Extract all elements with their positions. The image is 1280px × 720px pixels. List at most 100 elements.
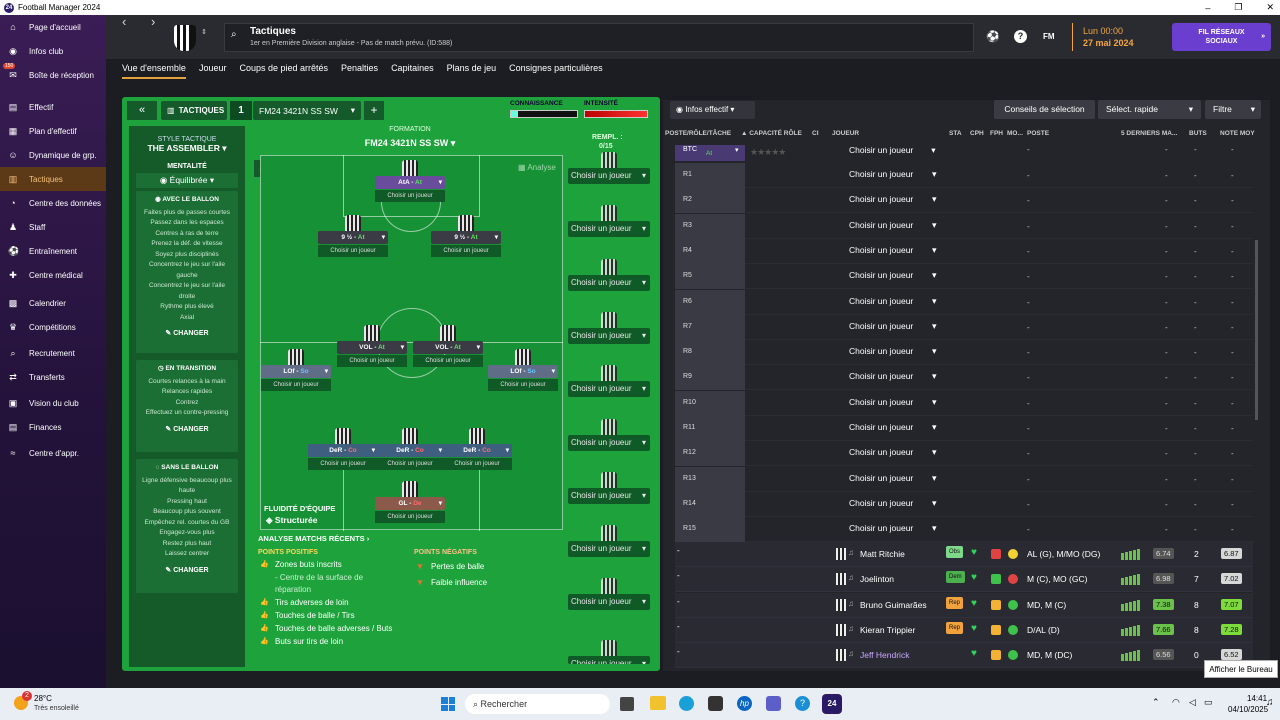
out-possession-box[interactable]: ◌ SANS LE BALLON Ligne défensive beaucou… [136,459,238,593]
column-header[interactable]: 5 DERNIERS MA... [1121,130,1177,137]
sub-slot-row[interactable]: R2 Choisir un joueur ▾ - - - - [675,188,1253,214]
role-badge[interactable]: LOf - So ▾ [261,365,331,378]
sidebar-item-compétitions[interactable]: ♛ Compétitions [0,315,106,339]
substitute-slot[interactable]: Choisir un joueur [568,640,650,664]
sub-slot-row[interactable]: R7 Choisir un joueur ▾ - - - - [675,314,1253,340]
sub-slot-select[interactable]: Choisir un joueur [849,447,913,457]
player-row[interactable]: - ♫ Joelinton Dem ♥ M (C), MO (GC) 6.98 7 7.02 [675,567,1253,593]
player-name[interactable]: Jeff Hendrick [860,650,909,660]
tab-4[interactable]: Capitaines [391,59,434,79]
first-slot[interactable]: BTC At ▾ [675,145,745,161]
taskbar-search[interactable]: ⌕ Rechercher [465,694,610,714]
tactic-select[interactable]: FM24 3421N SS SW ▾ [253,101,361,120]
substitute-slot[interactable]: Choisir un joueur [568,471,650,504]
in-possession-box[interactable]: ◉ AVEC LE BALLON Faites plus de passes c… [136,191,238,353]
hp-icon[interactable]: hp [737,696,752,711]
filter-select[interactable]: Filtre ▾ [1205,100,1261,119]
analysis-toggle[interactable]: ▦ Analyse [518,163,556,172]
store-icon[interactable] [708,696,723,711]
sidebar-item-finances[interactable]: ▤ Finances [0,415,106,439]
sub-slot-row[interactable]: R15 Choisir un joueur ▾ - - - - [675,517,1253,543]
substitute-slot[interactable]: Choisir un joueur [568,418,650,451]
choose-player-select[interactable]: Choisir un joueur [431,245,501,257]
player-slot[interactable]: LOf - So ▾ Choisir un joueur [261,349,331,391]
fm24-taskbar-icon[interactable]: 24 [822,694,842,714]
minimize-button[interactable]: – [1205,3,1210,13]
sidebar-item-dynamique-de-grp-[interactable]: ☺ Dynamique de grp. [0,143,106,167]
formation-select[interactable]: FM24 3421N SS SW ▾ [300,138,520,149]
search-icon[interactable]: ⌕ [231,29,237,40]
file-explorer-icon[interactable] [650,696,666,710]
substitute-select[interactable]: Choisir un joueur [568,541,650,558]
choose-player-select[interactable]: Choisir un joueur [413,355,483,367]
role-badge[interactable]: 9 ½ - At ▾ [431,231,501,244]
sub-slot-select[interactable]: Choisir un joueur [849,169,913,179]
sub-slot-select[interactable]: Choisir un joueur [849,245,913,255]
player-slot[interactable]: VOL - At ▾ Choisir un joueur [337,325,407,367]
sub-slot-row[interactable]: R12 Choisir un joueur ▾ - - - - [675,441,1253,467]
player-row[interactable]: - ♫ Matt Ritchie Obs ♥ AL (G), M/MO (DG) 6.74 2… [675,542,1253,567]
sub-slot-select[interactable]: Choisir un joueur [849,498,913,508]
substitute-select[interactable]: Choisir un joueur [568,221,650,238]
player-name[interactable]: Kieran Trippier [860,625,915,635]
sub-slot-row[interactable]: R5 Choisir un joueur ▾ - - - - [675,264,1253,290]
substitute-select[interactable]: Choisir un joueur [568,168,650,184]
fm-menu-button[interactable]: FM [1043,32,1055,41]
substitute-select[interactable]: Choisir un joueur [568,274,650,291]
squad-info-select[interactable]: ◉ Infos effectif ▾ [670,101,755,119]
back-arrow-icon[interactable]: ‹ [122,14,126,29]
substitute-select[interactable]: Choisir un joueur [568,381,650,398]
player-slot[interactable]: 9 ½ - At ▾ Choisir un joueur [431,215,501,257]
sub-slot-select[interactable]: Choisir un joueur [849,321,913,331]
player-slot[interactable]: VOL - At ▾ Choisir un joueur [413,325,483,367]
sub-slot-row[interactable]: R4 Choisir un joueur ▾ - - - - [675,238,1253,264]
chevron-up-icon[interactable]: ⌃ [1152,697,1160,708]
substitute-select[interactable]: Choisir un joueur [568,656,650,664]
maximize-button[interactable]: ❐ [1234,2,1242,13]
sidebar-item-boîte-de-réception[interactable]: ✉ 150 Boîte de réception [0,63,106,87]
sidebar-item-plan-d-effectif[interactable]: ▦ Plan d'effectif [0,119,106,143]
column-header[interactable]: NOTE MOY [1220,130,1255,137]
sub-slot-select[interactable]: Choisir un joueur [849,220,913,230]
sub-slot-row[interactable]: R1 Choisir un joueur ▾ - - - - [675,163,1253,188]
change-transition-button[interactable]: ✎ CHANGER [140,425,234,436]
column-header[interactable]: MO... [1007,130,1023,137]
substitute-slot[interactable]: Choisir un joueur [568,258,650,291]
sub-slot-select[interactable]: Choisir un joueur [849,422,913,432]
volume-icon[interactable]: ◁ [1189,697,1196,708]
sidebar-item-infos-club[interactable]: ◉ Infos club [0,39,106,63]
tab-1[interactable]: Joueur [199,59,227,79]
sidebar-item-entraînement[interactable]: ⚽ Entraînement [0,239,106,263]
column-header[interactable]: POSTE [1027,130,1049,137]
sub-slot-row[interactable]: R14 Choisir un joueur ▾ - - - - [675,491,1253,517]
sub-slot-row[interactable]: R3 Choisir un joueur ▾ - - - - [675,213,1253,239]
sidebar-item-vision-du-club[interactable]: ▣ Vision du club [0,391,106,415]
recent-analysis-link[interactable]: ANALYSE MATCHS RÉCENTS › [258,534,369,543]
role-badge[interactable]: VOL - At ▾ [337,341,407,354]
close-button[interactable]: ✕ [1266,2,1274,13]
sub-slot-select[interactable]: Choisir un joueur [849,473,913,483]
sidebar-item-centre-des-données[interactable]: ◔ Centre des données [0,191,106,215]
substitute-select[interactable]: Choisir un joueur [568,327,650,344]
player-slot[interactable]: 9 ½ - At ▾ Choisir un joueur [318,215,388,257]
sidebar-item-centre-médical[interactable]: ✚ Centre médical [0,263,106,287]
tactics-menu[interactable]: ▥ TACTIQUES [161,101,227,120]
column-header[interactable]: BUTS [1189,130,1207,137]
sub-slot-select[interactable]: Choisir un joueur [849,371,913,381]
sidebar-item-tactiques[interactable]: ▥ Tactiques [0,167,106,191]
role-badge[interactable]: VOL - At ▾ [413,341,483,354]
column-header[interactable]: CI [812,130,819,137]
choose-player-select[interactable]: Choisir un joueur [488,379,558,391]
player-slot[interactable]: LOf - So ▾ Choisir un joueur [488,349,558,391]
choose-player-select[interactable]: Choisir un joueur [375,511,445,523]
tactic-slot[interactable]: 1 [230,101,252,120]
role-badge[interactable]: LOf - So ▾ [488,365,558,378]
sidebar-item-staff[interactable]: ♟ Staff [0,215,106,239]
tab-0[interactable]: Vue d'ensemble [122,59,186,79]
forward-arrow-icon[interactable]: › [151,14,155,29]
edge-icon[interactable] [679,696,694,711]
player-slot[interactable]: DeR - Co ▾ Choisir un joueur [308,428,378,470]
sub-slot-row[interactable]: R6 Choisir un joueur ▾ - - - - [675,289,1253,315]
choose-player-select[interactable]: Choisir un joueur [337,355,407,367]
column-header[interactable]: JOUEUR [832,130,859,137]
